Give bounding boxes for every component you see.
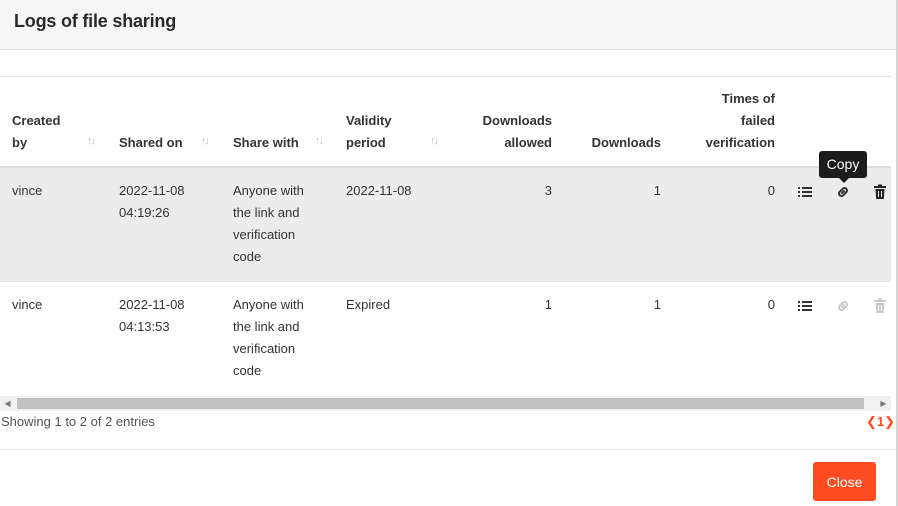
prev-page-icon[interactable]: ❮ xyxy=(866,414,877,429)
link-icon xyxy=(838,301,848,311)
header-line: Shared on xyxy=(119,135,183,150)
cell-share-with: Anyone with the link and verification co… xyxy=(233,180,304,268)
footer-divider xyxy=(0,449,896,450)
column-header-created-by[interactable]: Created by ↑↓ xyxy=(12,76,102,166)
cell-line: Anyone with xyxy=(233,183,304,198)
header-line: Created xyxy=(12,113,61,128)
trash-icon xyxy=(874,298,886,313)
cell-created-by: vince xyxy=(12,297,43,312)
cell-line: code xyxy=(233,249,262,264)
sort-icon: ↑↓ xyxy=(430,135,439,147)
cell-share-with: Anyone with the link and verification co… xyxy=(233,294,304,382)
cell-line: verification xyxy=(233,227,296,242)
cell-line: verification xyxy=(233,341,296,356)
list-icon[interactable] xyxy=(797,184,813,200)
cell-line: the link and xyxy=(233,205,300,220)
scrollbar-thumb[interactable] xyxy=(17,398,864,409)
column-header-failed-verification: Times of failed verification xyxy=(680,76,775,166)
close-button[interactable]: Close xyxy=(813,462,876,501)
trash-icon[interactable] xyxy=(872,184,888,200)
header-line: allowed xyxy=(504,135,552,150)
cell-line: 04:13:53 xyxy=(119,319,170,334)
column-header-share-with[interactable]: Share with ↑↓ xyxy=(233,76,333,166)
table-info: Showing 1 to 2 of 2 entries xyxy=(1,414,155,429)
header-line: period xyxy=(346,135,386,150)
cell-downloads: 1 xyxy=(653,297,661,312)
header-line: Downloads xyxy=(591,135,661,150)
cell-downloads: 1 xyxy=(653,183,661,198)
horizontal-scrollbar[interactable]: ◀ ▶ xyxy=(0,396,891,411)
next-page-icon[interactable]: ❯ xyxy=(884,414,895,429)
header-line: Validity xyxy=(346,113,392,128)
header-line: Downloads xyxy=(482,113,552,128)
cell-line: the link and xyxy=(233,319,300,334)
cell-line: code xyxy=(233,363,262,378)
scroll-right-arrow-icon[interactable]: ▶ xyxy=(876,396,891,411)
link-icon[interactable] xyxy=(835,184,851,200)
cell-line: 2022-11-08 xyxy=(119,183,185,198)
header-line: by xyxy=(12,135,28,150)
cell-line: 04:19:26 xyxy=(119,205,170,220)
column-header-shared-on[interactable]: Shared on ↑↓ xyxy=(119,76,219,166)
modal-title: Logs of file sharing xyxy=(14,11,177,31)
cell-line: 2022-11-08 xyxy=(119,297,185,312)
header-line: verification xyxy=(705,135,775,150)
header-line: Times of xyxy=(721,91,775,106)
cell-shared-on: 2022-11-08 04:19:26 xyxy=(119,180,185,224)
list-icon[interactable] xyxy=(797,298,813,314)
table-row: vince 2022-11-08 04:19:26 Anyone with th… xyxy=(0,168,891,281)
pagination: ❮1❯ xyxy=(866,414,895,430)
column-header-validity-period[interactable]: Validity period ↑↓ xyxy=(346,76,446,166)
modal-header: Logs of file sharing xyxy=(0,0,896,50)
header-line: failed xyxy=(741,113,775,128)
logs-table: Created by ↑↓ Shared on ↑↓ Share with ↑↓… xyxy=(0,76,891,396)
cell-line: Anyone with xyxy=(233,297,304,312)
scroll-left-arrow-icon[interactable]: ◀ xyxy=(0,396,15,411)
cell-validity: Expired xyxy=(346,297,391,312)
cell-failed: 0 xyxy=(767,297,775,312)
sort-icon: ↑↓ xyxy=(87,135,96,147)
cell-downloads-allowed: 3 xyxy=(544,183,552,198)
header-line: Share with xyxy=(233,135,299,150)
cell-downloads-allowed: 1 xyxy=(544,297,552,312)
cell-shared-on: 2022-11-08 04:13:53 xyxy=(119,294,185,338)
column-header-downloads-allowed: Downloads allowed xyxy=(462,76,552,166)
column-header-downloads: Downloads xyxy=(570,76,661,166)
cell-failed: 0 xyxy=(767,183,775,198)
cell-validity: 2022-11-08 xyxy=(346,183,412,198)
copy-tooltip: Copy xyxy=(819,151,867,183)
sort-icon: ↑↓ xyxy=(315,135,324,147)
cell-created-by: vince xyxy=(12,183,43,198)
table-row: vince 2022-11-08 04:13:53 Anyone with th… xyxy=(0,282,891,395)
sort-icon: ↑↓ xyxy=(201,135,210,147)
